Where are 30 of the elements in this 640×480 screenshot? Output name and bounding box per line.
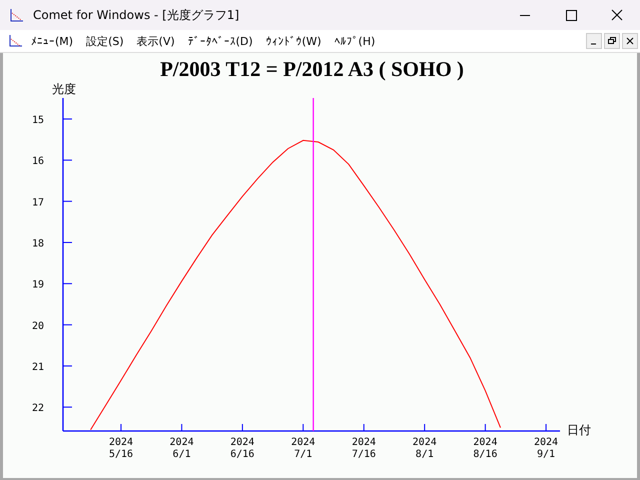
tick-label: 15 (32, 115, 44, 126)
close-button[interactable] (622, 33, 638, 49)
tick-label: 2024 6/16 (230, 437, 254, 460)
tick-label: 18 (32, 238, 44, 250)
chart-title: P/2003 T12 = P/2012 A3 ( SOHO ) (160, 57, 464, 81)
menu-item[interactable]: ﾒﾆｭｰ(M) (31, 34, 74, 48)
axis-title: 日付 (567, 423, 591, 437)
menu-item[interactable]: ﾃﾞｰﾀﾍﾞｰｽ(D) (188, 34, 253, 48)
tick-label: 16 (32, 156, 44, 168)
tick-label: 2024 7/1 (291, 437, 316, 460)
menu-item[interactable]: ｳｨﾝﾄﾞｳ(W) (266, 34, 322, 48)
menu-item[interactable]: 設定(S) (86, 34, 124, 48)
app-icon (9, 7, 25, 23)
tick-label: 2024 7/16 (352, 437, 376, 460)
tick-label: 21 (32, 362, 44, 373)
menu-item[interactable]: 表示(V) (136, 34, 175, 48)
restore-button[interactable] (604, 33, 620, 49)
tick-label: 22 (32, 403, 44, 414)
tick-label: 2024 6/1 (170, 437, 194, 460)
window-title: Comet for Windows - [光度グラフ1] (33, 6, 240, 24)
tick-label: 2024 9/1 (534, 437, 558, 460)
tick-label: 20 (32, 320, 44, 332)
menu-item[interactable]: ﾍﾙﾌﾟ(H) (334, 34, 376, 48)
axis-title: 光度 (52, 82, 76, 96)
tick-label: 19 (32, 280, 44, 291)
document-icon[interactable] (9, 34, 23, 48)
tick-label: 2024 8/1 (412, 437, 437, 460)
tick-label: 2024 8/16 (473, 437, 498, 460)
tick-label: 2024 5/16 (108, 437, 134, 460)
tick-label: 17 (32, 197, 44, 208)
